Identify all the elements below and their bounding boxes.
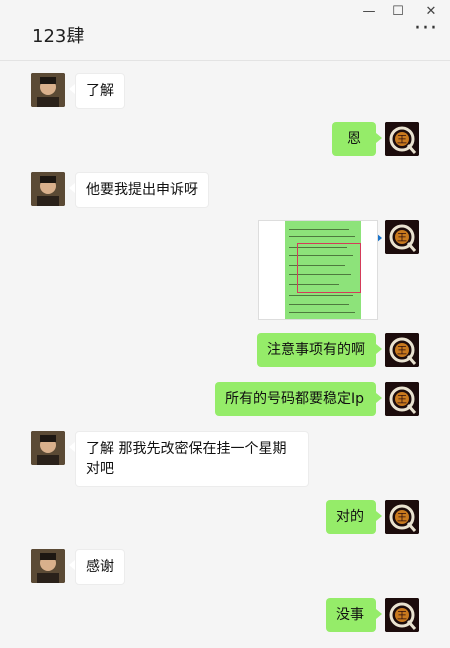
svg-text:王: 王 <box>397 611 407 622</box>
bubble-tail <box>376 344 382 354</box>
me-avatar[interactable]: 王 <box>385 122 419 156</box>
image-message-thumbnail[interactable] <box>258 220 378 320</box>
more-options-icon[interactable]: ··· <box>414 18 438 40</box>
svg-text:王: 王 <box>397 233 407 244</box>
minimize-icon[interactable]: — <box>360 4 378 19</box>
chat-title: 123肆 <box>32 26 85 47</box>
message-bubble[interactable]: 感谢 <box>75 549 125 585</box>
message-bubble[interactable]: 注意事项有的啊 <box>257 333 376 367</box>
me-avatar[interactable]: 王 <box>385 220 419 254</box>
message-bubble[interactable]: 所有的号码都要稳定Ip <box>215 382 376 416</box>
svg-text:王: 王 <box>397 395 407 406</box>
svg-text:王: 王 <box>397 135 407 146</box>
me-avatar[interactable]: 王 <box>385 598 419 632</box>
me-avatar[interactable]: 王 <box>385 333 419 367</box>
friend-avatar[interactable] <box>31 73 65 107</box>
message-bubble[interactable]: 恩 <box>332 122 376 156</box>
friend-avatar[interactable] <box>31 431 65 465</box>
image-text-line <box>289 229 349 230</box>
maximize-icon[interactable]: ☐ <box>389 4 407 19</box>
message-bubble[interactable]: 他要我提出申诉呀 <box>75 172 209 208</box>
bubble-tail <box>376 609 382 619</box>
image-text-line <box>289 304 349 305</box>
bubble-tail <box>376 133 382 143</box>
image-text-line <box>289 295 353 296</box>
message-bubble[interactable]: 了解 <box>75 73 125 109</box>
title-bar: 123肆 — ☐ ✕ ··· <box>0 0 450 61</box>
image-text-line <box>289 236 355 237</box>
message-list[interactable]: 了解 王 恩 他要我提出申诉呀 王 王 注意事项有的啊 王 所有的号码都要稳定I… <box>0 61 450 648</box>
bubble-tail <box>376 511 382 521</box>
svg-text:王: 王 <box>397 346 407 357</box>
me-avatar[interactable]: 王 <box>385 382 419 416</box>
friend-avatar[interactable] <box>31 172 65 206</box>
message-bubble[interactable]: 了解 那我先改密保在挂一个星期对吧 <box>75 431 309 487</box>
svg-text:王: 王 <box>397 513 407 524</box>
image-highlight-box <box>297 243 361 293</box>
chat-window: 123肆 — ☐ ✕ ··· 了解 王 恩 他要我提出申诉呀 王 王 注意事项有… <box>0 0 450 648</box>
message-bubble[interactable]: 没事 <box>326 598 376 632</box>
image-text-line <box>289 312 355 313</box>
me-avatar[interactable]: 王 <box>385 500 419 534</box>
message-bubble[interactable]: 对的 <box>326 500 376 534</box>
friend-avatar[interactable] <box>31 549 65 583</box>
bubble-tail <box>376 393 382 403</box>
